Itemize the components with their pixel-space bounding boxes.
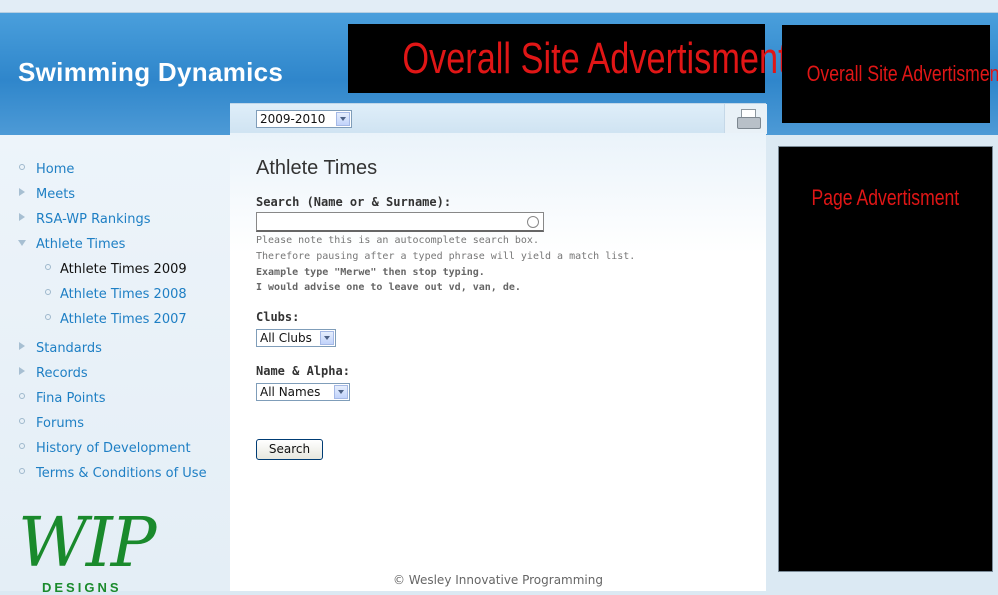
season-select-value: 2009-2010 — [260, 112, 326, 126]
nav-item-standards[interactable]: Standards — [18, 340, 207, 365]
nav-item-athlete-times[interactable]: Athlete Times — [18, 236, 207, 261]
nav-item-rankings[interactable]: RSA-WP Rankings — [18, 211, 207, 236]
bullet-icon — [45, 289, 51, 295]
nav-item-fina-points[interactable]: Fina Points — [18, 390, 207, 415]
nav-item-history[interactable]: History of Development — [18, 440, 207, 465]
nav-label: History of Development — [36, 441, 191, 456]
expand-arrow-icon — [19, 213, 25, 221]
top-strip — [0, 0, 998, 13]
printer-icon — [737, 117, 761, 129]
names-select-value: All Names — [260, 385, 321, 399]
nav-label: Athlete Times — [36, 237, 126, 252]
bullet-icon — [19, 443, 25, 449]
search-label: Search (Name or & Surname): — [256, 195, 452, 209]
bullet-icon — [19, 393, 25, 399]
expand-arrow-icon — [19, 367, 25, 375]
bullet-icon — [19, 468, 25, 474]
nav-label: Fina Points — [36, 391, 106, 406]
right-top-advertisement[interactable]: Overall Site Advertisment — [782, 25, 998, 123]
bullet-icon — [45, 264, 51, 270]
wip-logo-subtext: DESIGNS — [42, 580, 122, 595]
nav-subitem-athlete-times-2009[interactable]: Athlete Times 2009 — [18, 261, 207, 286]
wip-logo: WIP — [18, 504, 157, 583]
clubs-select-value: All Clubs — [260, 331, 312, 345]
nav-label: RSA-WP Rankings — [36, 212, 151, 227]
nav-label: Athlete Times 2009 — [60, 262, 187, 277]
nav-label: Records — [36, 366, 88, 381]
chevron-down-icon[interactable] — [320, 331, 334, 345]
athlete-search-input[interactable] — [256, 212, 544, 232]
chevron-down-icon[interactable] — [334, 385, 348, 399]
search-button[interactable]: Search — [256, 439, 323, 460]
nav-label: Home — [36, 162, 75, 177]
bullet-icon — [19, 418, 25, 424]
search-note-3: Example type "Merwe" then stop typing. — [256, 267, 485, 278]
names-label: Name & Alpha: — [256, 364, 350, 378]
site-title[interactable]: Swimming Dynamics — [18, 57, 283, 88]
collapse-arrow-icon — [18, 240, 26, 246]
nav-subitem-athlete-times-2007[interactable]: Athlete Times 2007 — [18, 311, 207, 336]
nav-label: Standards — [36, 341, 102, 356]
loading-spinner-icon — [527, 216, 539, 228]
nav-item-home[interactable]: Home — [18, 161, 207, 186]
footer-copyright: © Wesley Innovative Programming — [392, 573, 603, 587]
nav-subitem-athlete-times-2008[interactable]: Athlete Times 2008 — [18, 286, 207, 311]
banner-advertisement[interactable]: Overall Site Advertisment — [348, 24, 788, 93]
banner-ad-text: Overall Site Advertisment — [402, 34, 788, 83]
nav-label: Forums — [36, 416, 84, 431]
nav-item-forums[interactable]: Forums — [18, 415, 207, 440]
page-ad-text: Page Advertisment — [811, 185, 960, 210]
nav-label: Meets — [36, 187, 76, 202]
page-advertisement[interactable]: Page Advertisment — [778, 146, 993, 572]
nav-label: Terms & Conditions of Use — [36, 466, 207, 481]
clubs-select[interactable]: All Clubs — [256, 329, 336, 347]
right-top-ad-text: Overall Site Advertisment — [806, 61, 998, 86]
bullet-icon — [45, 314, 51, 320]
search-note-4: I would advise one to leave out vd, van,… — [256, 282, 521, 293]
chevron-down-icon[interactable] — [336, 112, 350, 126]
sidebar-nav: Home Meets RSA-WP Rankings Athlete Times… — [18, 161, 207, 490]
nav-label: Athlete Times 2008 — [60, 287, 187, 302]
print-button[interactable] — [724, 104, 767, 134]
expand-arrow-icon — [19, 188, 25, 196]
nav-item-records[interactable]: Records — [18, 365, 207, 390]
nav-label: Athlete Times 2007 — [60, 312, 187, 327]
clubs-label: Clubs: — [256, 310, 300, 324]
expand-arrow-icon — [19, 342, 25, 350]
page-title: Athlete Times — [256, 157, 378, 179]
nav-item-terms[interactable]: Terms & Conditions of Use — [18, 465, 207, 490]
bullet-icon — [19, 164, 25, 170]
nav-item-meets[interactable]: Meets — [18, 186, 207, 211]
search-note-2: Therefore pausing after a typed phrase w… — [256, 251, 636, 262]
names-select[interactable]: All Names — [256, 383, 350, 401]
main-content: Athlete Times Search (Name or & Surname)… — [230, 133, 766, 591]
search-note-1: Please note this is an autocomplete sear… — [256, 235, 539, 246]
season-toolbar: 2009-2010 — [230, 103, 766, 134]
season-select[interactable]: 2009-2010 — [256, 110, 352, 128]
right-gap — [766, 135, 778, 591]
